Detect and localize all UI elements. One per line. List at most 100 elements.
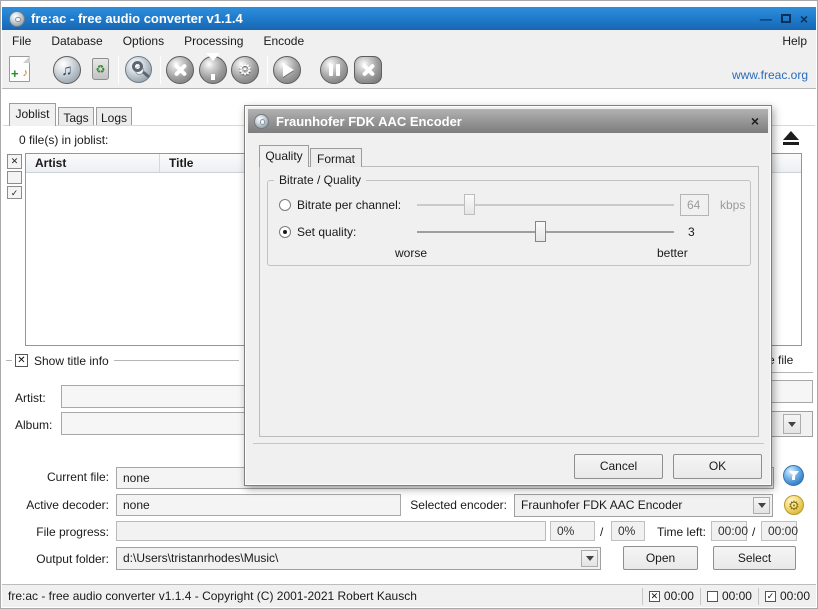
processing-info-icon[interactable]: [783, 465, 804, 486]
time-left-file: 00:00: [711, 521, 747, 541]
ok-button[interactable]: OK: [673, 454, 762, 479]
menu-database[interactable]: Database: [41, 31, 112, 51]
bitrate-slider-thumb[interactable]: [464, 194, 475, 215]
time-total-selected: ✕ 00:00: [642, 588, 700, 605]
slash-separator: /: [752, 525, 755, 539]
menu-processing[interactable]: Processing: [174, 31, 253, 51]
dialog-tab-quality[interactable]: Quality: [259, 145, 309, 167]
show-title-info-checkbox[interactable]: ✕: [15, 354, 28, 367]
worse-label: worse: [395, 246, 427, 260]
tab-joblist[interactable]: Joblist: [9, 103, 56, 126]
artist-label: Artist:: [15, 391, 46, 405]
quality-slider-thumb[interactable]: [535, 221, 546, 242]
app-icon: [9, 11, 25, 27]
close-icon[interactable]: ×: [800, 13, 808, 25]
configure-settings-icon[interactable]: [166, 56, 194, 84]
bitrate-unit: kbps: [720, 198, 745, 212]
menu-help[interactable]: Help: [773, 31, 816, 51]
chevron-down-icon[interactable]: [783, 414, 801, 434]
menu-bar: File Database Options Processing Encode …: [2, 30, 816, 51]
slash-separator: /: [600, 525, 603, 539]
dialog-title: Fraunhofer FDK AAC Encoder: [276, 114, 462, 129]
tab-logs[interactable]: Logs: [96, 107, 132, 126]
bitrate-radio[interactable]: [279, 199, 291, 211]
maximize-icon[interactable]: [781, 14, 791, 23]
toolbar: + ♪ ♫ ♻ ⚙: [2, 51, 816, 89]
title-bar: fre:ac - free audio converter v1.1.4 — ×: [2, 7, 816, 30]
current-file-label: Current file:: [1, 470, 109, 484]
selected-encoder-label: Selected encoder:: [401, 498, 507, 512]
select-button[interactable]: Select: [713, 546, 796, 570]
toggle-selection-button[interactable]: ✓: [7, 186, 22, 199]
bitrate-label[interactable]: Bitrate per channel:: [297, 198, 401, 212]
cancel-button[interactable]: Cancel: [574, 454, 663, 479]
select-none-button[interactable]: [7, 171, 22, 184]
pause-encoding-icon[interactable]: [320, 56, 348, 84]
menu-options[interactable]: Options: [113, 31, 174, 51]
show-title-info-label[interactable]: Show title info: [34, 354, 109, 368]
tab-joblist-label: Joblist: [15, 107, 49, 121]
add-files-icon[interactable]: + ♪: [9, 56, 30, 82]
gear-icon: ⚙: [238, 60, 252, 80]
time-left-label: Time left:: [657, 525, 706, 539]
menu-encode[interactable]: Encode: [253, 31, 314, 51]
chevron-down-icon[interactable]: [581, 550, 598, 567]
bitrate-slider-track[interactable]: [417, 204, 674, 206]
stop-encoding-icon[interactable]: [354, 56, 382, 84]
joblist-count: 0 file(s) in joblist:: [19, 133, 108, 147]
better-label: better: [657, 246, 688, 260]
set-quality-label[interactable]: Set quality:: [297, 225, 356, 239]
encoder-settings-icon[interactable]: ⚙: [784, 495, 804, 515]
music-note-icon: ♫: [61, 62, 72, 79]
bitrate-value-field[interactable]: 64: [680, 194, 709, 216]
active-decoder-label: Active decoder:: [1, 498, 109, 512]
select-all-button[interactable]: ✕: [7, 154, 22, 169]
file-progress-pct: 0%: [550, 521, 595, 541]
active-decoder-value: none: [116, 494, 401, 516]
output-folder-value: d:\Users\tristanrhodes\Music\: [123, 551, 278, 565]
set-quality-radio[interactable]: [279, 226, 291, 238]
chevron-down-icon[interactable]: [753, 497, 770, 514]
checkbox-empty-icon: [707, 591, 718, 602]
window-title: fre:ac - free audio converter v1.1.4: [31, 11, 243, 26]
column-artist[interactable]: Artist: [26, 154, 160, 172]
output-folder-combo[interactable]: d:\Users\tristanrhodes\Music\: [116, 547, 601, 570]
selected-encoder-combo[interactable]: Fraunhofer FDK AAC Encoder: [514, 494, 773, 517]
dialog-tab-format[interactable]: Format: [310, 148, 362, 167]
dialog-close-icon[interactable]: ×: [751, 113, 759, 129]
app-window: fre:ac - free audio converter v1.1.4 — ×…: [0, 0, 818, 609]
recycle-icon: ♻: [96, 63, 106, 76]
eject-drive-button[interactable]: [783, 131, 799, 145]
file-progress-bar: [116, 521, 546, 541]
app-icon: [254, 114, 269, 129]
file-progress-label: File progress:: [1, 525, 109, 539]
tab-tags[interactable]: Tags: [58, 107, 94, 126]
plus-icon: +: [11, 66, 19, 81]
minimize-icon[interactable]: —: [760, 13, 772, 25]
encoder-config-dialog: Fraunhofer FDK AAC Encoder × Quality For…: [244, 105, 772, 486]
clear-joblist-icon[interactable]: ♻: [92, 58, 109, 80]
group-title: Bitrate / Quality: [274, 173, 366, 187]
selected-encoder-value: Fraunhofer FDK AAC Encoder: [521, 498, 682, 512]
signal-processing-icon[interactable]: [199, 56, 227, 84]
general-settings-icon[interactable]: ⚙: [231, 56, 259, 84]
status-bar: fre:ac - free audio converter v1.1.4 - C…: [2, 584, 816, 607]
eject-icon: [783, 131, 799, 140]
tab-logs-label: Logs: [101, 111, 127, 125]
statusbar-text: fre:ac - free audio converter v1.1.4 - C…: [8, 589, 417, 603]
album-label: Album:: [15, 418, 52, 432]
cddb-query-icon[interactable]: [125, 56, 154, 85]
freac-website-link[interactable]: www.freac.org: [732, 68, 808, 82]
time-checked: ✓ 00:00: [758, 588, 816, 605]
checkbox-checked-icon: ✓: [765, 591, 776, 602]
time-left-total: 00:00: [761, 521, 797, 541]
output-folder-label: Output folder:: [1, 552, 109, 566]
joblist-icon[interactable]: ♫: [53, 56, 81, 84]
checkbox-crossed-icon: ✕: [649, 591, 660, 602]
start-encoding-icon[interactable]: [273, 56, 301, 84]
open-button[interactable]: Open: [623, 546, 698, 570]
quality-value: 3: [688, 225, 695, 239]
menu-file[interactable]: File: [2, 31, 41, 51]
dialog-title-bar: Fraunhofer FDK AAC Encoder ×: [248, 109, 768, 133]
music-note-icon: ♪: [23, 67, 29, 79]
